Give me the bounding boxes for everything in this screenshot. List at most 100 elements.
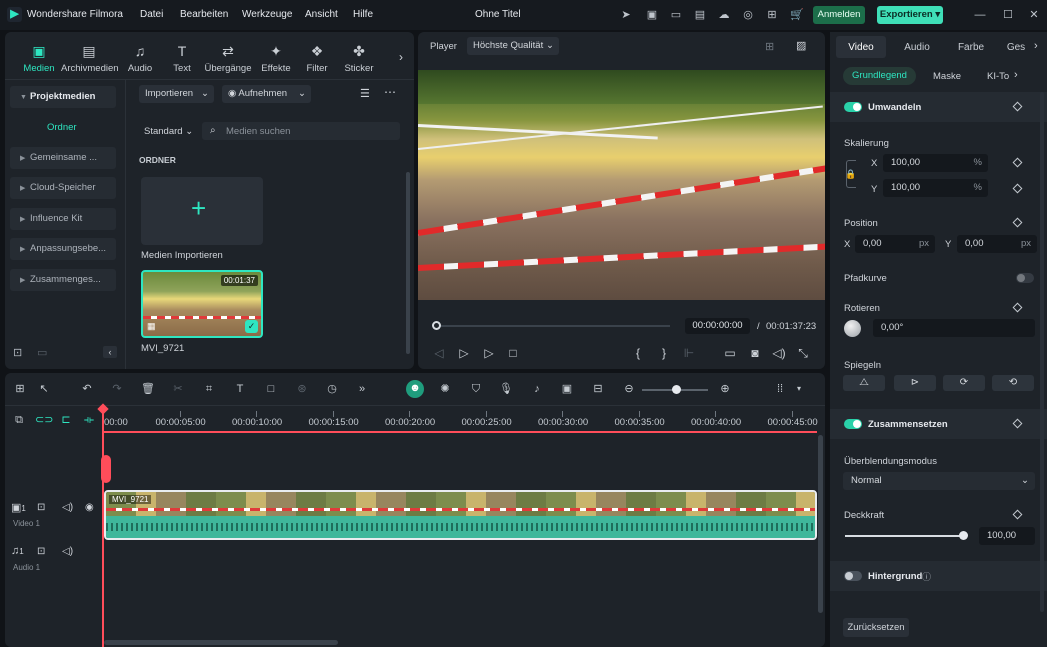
keyframe-icon[interactable] [1012, 418, 1023, 429]
horizontal-scrollbar[interactable] [104, 640, 338, 645]
sidebar-item-compound[interactable]: ▶ Zusammenges... [10, 269, 116, 291]
media-clip-thumbnail[interactable]: 00:01:37 ✓ ▦ [141, 270, 263, 338]
send-icon[interactable]: ➤ [619, 8, 633, 22]
rotate-right-button[interactable]: ⟳ [943, 375, 985, 391]
rotate-dial[interactable] [844, 320, 861, 337]
import-media-card[interactable]: + [141, 177, 263, 245]
zoom-in-icon[interactable]: ⊕ [717, 381, 733, 397]
filter-list-icon[interactable]: ☰ [360, 87, 370, 100]
auto-enhance-icon[interactable]: ▣ [559, 381, 575, 397]
import-dropdown[interactable]: Importieren ⌄ [139, 85, 214, 103]
sidebar-item-shared[interactable]: ▶ Gemeinsame ... [10, 147, 116, 169]
fullscreen-icon[interactable]: ⤡ [795, 345, 811, 361]
more-tools-icon[interactable]: » [354, 381, 370, 397]
menu-datei[interactable]: Datei [140, 9, 163, 20]
progress-track[interactable] [436, 325, 670, 327]
vertical-scrollbar[interactable] [818, 435, 823, 613]
mark-in-icon[interactable]: { [630, 345, 646, 361]
track-folder-icon[interactable]: ⊡ [37, 546, 45, 557]
opacity-field[interactable]: 100,00 [979, 527, 1035, 545]
background-toggle[interactable] [844, 571, 862, 581]
menu-ansicht[interactable]: Ansicht [305, 9, 338, 20]
display-icon[interactable]: ▭ [722, 345, 738, 361]
rotate-field[interactable]: 0,00° [873, 319, 1035, 337]
keyframe-icon[interactable] [1012, 157, 1023, 168]
tool-archive[interactable]: ▤ Archivmedien [61, 42, 119, 78]
export-button[interactable]: Exportieren ▾ [877, 6, 943, 24]
track-volume-icon[interactable]: ◁) [62, 546, 73, 557]
transform-toggle[interactable] [844, 102, 862, 112]
grid-view-icon[interactable]: ⊞ [765, 40, 774, 53]
speed-icon[interactable]: ◷ [324, 381, 340, 397]
sort-dropdown[interactable]: Standard ⌄ [144, 126, 193, 137]
text-tool-icon[interactable]: T [232, 381, 248, 397]
marker-icon[interactable]: ⛉ [468, 381, 484, 397]
scrollbar[interactable] [406, 172, 410, 354]
keyframe-icon[interactable] [1012, 101, 1023, 112]
tool-filter[interactable]: ❖ Filter [296, 42, 338, 78]
shape-icon[interactable]: □ [263, 381, 279, 397]
signin-button[interactable]: Anmelden [813, 6, 865, 24]
path-curve-toggle[interactable] [1016, 273, 1034, 283]
cart-icon[interactable]: 🛒 [790, 8, 804, 22]
menu-bearbeiten[interactable]: Bearbeiten [180, 9, 228, 20]
play-icon[interactable]: ▷ [481, 345, 497, 361]
support-icon[interactable]: ◎ [741, 8, 755, 22]
sidebar-folder[interactable]: Ordner [47, 122, 77, 133]
tool-sticker[interactable]: ✤ Sticker [338, 42, 380, 78]
sidebar-project-media[interactable]: ▼ Projektmedien [10, 86, 116, 108]
chevron-right-icon[interactable]: › [1014, 69, 1018, 81]
tab-color[interactable]: Farbe [946, 42, 996, 53]
opacity-slider-track[interactable] [845, 535, 963, 537]
snapshot-image-icon[interactable]: ▨ [796, 39, 806, 52]
sidebar-item-adjustment[interactable]: ▶ Anpassungsebe... [10, 238, 116, 260]
keyframe-icon[interactable] [1012, 509, 1023, 520]
layout-icon[interactable]: ▭ [669, 8, 683, 22]
pos-y-field[interactable]: 0,00 px [957, 235, 1037, 253]
folder-icon[interactable]: ▭ [37, 346, 47, 359]
chevron-down-icon[interactable]: ▾ [791, 381, 807, 397]
flip-vertical-button[interactable]: ⊳ [894, 375, 936, 391]
close-icon[interactable]: ✕ [1027, 8, 1041, 22]
tool-media[interactable]: ▣ Medien [18, 42, 60, 78]
apps-grid-icon[interactable]: ⊞ [765, 8, 779, 22]
scale-y-field[interactable]: 100,00% [883, 179, 988, 197]
prev-frame-icon[interactable]: ◁ [431, 345, 447, 361]
scissors-icon[interactable]: ✂ [170, 381, 186, 397]
magnet-icon[interactable]: ⊏ [58, 412, 74, 428]
menu-werkzeuge[interactable]: Werkzeuge [242, 9, 292, 20]
minimize-icon[interactable]: — [973, 8, 987, 22]
mark-out-icon[interactable]: } [656, 345, 672, 361]
track-volume-icon[interactable]: ◁) [62, 502, 73, 513]
camera-icon[interactable]: ◙ [747, 345, 763, 361]
video-clip[interactable]: MVI_9721 [104, 490, 817, 540]
snap-marker-icon[interactable]: ⟛ [81, 412, 97, 428]
clip-start-marker[interactable] [101, 455, 111, 483]
layout-grid-icon[interactable]: ⊞ [12, 381, 28, 397]
stop-icon[interactable]: □ [505, 345, 521, 361]
collapse-icon[interactable]: ‹ [103, 346, 117, 358]
tab-video[interactable]: Video [836, 42, 886, 53]
info-icon[interactable]: ⓘ [922, 570, 931, 583]
pos-x-field[interactable]: 0,00 px [855, 235, 935, 253]
subtab-basic[interactable]: Grundlegend [843, 67, 916, 85]
tool-audio[interactable]: ♫ Audio [119, 42, 161, 78]
video-preview[interactable] [418, 70, 825, 300]
redo-icon[interactable]: ↷ [109, 381, 125, 397]
record-dropdown[interactable]: ◉ Aufnehmen ⌄ [222, 85, 311, 103]
snap-icon[interactable]: ⊟ [590, 381, 606, 397]
scrollbar[interactable] [1040, 92, 1044, 612]
ai-image-icon[interactable]: ▣ [645, 8, 659, 22]
tool-text[interactable]: T Text [161, 42, 203, 78]
subtab-ai[interactable]: KI-To [987, 71, 1009, 82]
sidebar-item-cloud[interactable]: ▶ Cloud-Speicher [10, 177, 116, 199]
crop-icon[interactable]: ⌗ [201, 381, 217, 397]
undo-icon[interactable]: ↶ [79, 381, 95, 397]
chevron-right-icon[interactable]: › [1034, 40, 1038, 52]
reset-button[interactable]: Zurücksetzen [843, 618, 909, 637]
lock-icon[interactable]: 🔒 [845, 169, 856, 180]
select-arrow-icon[interactable]: ↖ [36, 381, 52, 397]
maximize-icon[interactable]: ☐ [1001, 8, 1015, 22]
scale-x-field[interactable]: 100,00% [883, 154, 988, 172]
render-icon[interactable]: ✺ [437, 381, 453, 397]
